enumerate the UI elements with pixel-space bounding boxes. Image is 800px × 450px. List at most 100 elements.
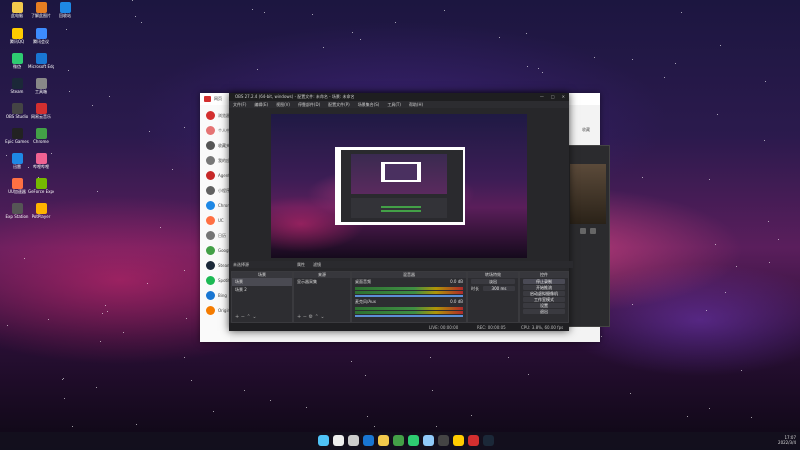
duration-input[interactable]: 300 ms [483, 286, 515, 291]
settings-button[interactable]: 设置 [523, 303, 565, 308]
app-icon [11, 203, 23, 214]
star [508, 356, 510, 358]
desktop-icon-label: GeForce Experience [28, 189, 54, 194]
sidebar-app-icon[interactable] [206, 126, 215, 135]
desktop-icon[interactable]: OBS Studio [4, 103, 30, 119]
desktop-icon[interactable]: 腾讯会议 [28, 28, 54, 44]
menu-item[interactable]: 文件(F) [233, 102, 246, 108]
virtual-camera-button[interactable]: 启动虚拟摄像机 [523, 291, 565, 296]
sidebar-app-icon[interactable] [206, 291, 215, 300]
desktop-icon[interactable]: 哔哩哔哩 [28, 153, 54, 169]
volume-meter [355, 287, 463, 290]
star [708, 178, 710, 180]
app-icon [11, 78, 23, 89]
close-icon[interactable]: ✕ [562, 94, 565, 99]
scene-item[interactable]: 场景 [232, 278, 292, 286]
desktop-icon[interactable]: Chrome [28, 128, 54, 144]
desktop-icon[interactable]: Exp Station [4, 203, 30, 219]
play-icon[interactable] [590, 228, 596, 234]
app-icon [11, 128, 23, 139]
app-icon [35, 53, 47, 64]
desktop-icon[interactable]: 了解此图片 [28, 2, 54, 18]
sidebar-app-icon[interactable] [206, 201, 215, 210]
steam-icon[interactable] [483, 435, 494, 446]
desktop-icon[interactable]: 网易云音乐 [28, 103, 54, 119]
sidebar-app-icon[interactable] [206, 186, 215, 195]
sidebar-app-icon[interactable] [206, 111, 215, 120]
menu-item[interactable]: 视图(V) [276, 102, 290, 108]
obs-window[interactable]: OBS 27.2.4 (64-bit, windows) - 配置文件: 未命名… [229, 93, 573, 331]
controls-dock: 控件 停止录制 开始推流 启动虚拟摄像机 工作室模式 设置 退出 [519, 271, 569, 323]
sidebar-app-icon[interactable] [206, 231, 215, 240]
menu-item[interactable]: 工具(T) [387, 102, 401, 108]
desktop-icon[interactable]: 腾讯QQ [4, 28, 30, 44]
menu-item[interactable]: 场景集合(S) [358, 102, 380, 108]
star [322, 46, 324, 48]
app-icon [11, 2, 23, 13]
store-icon[interactable] [423, 435, 434, 446]
transition-select[interactable]: 淡出 [471, 279, 515, 284]
sidebar-app-icon[interactable] [206, 246, 215, 255]
source-add-icon[interactable]: + − ⚙ ⌃ ⌄ [297, 314, 325, 320]
taskview-icon[interactable] [348, 435, 359, 446]
star [764, 139, 766, 141]
desktop-icon[interactable]: Epic Games [4, 128, 30, 144]
rec-status: REC: 00:00:05 [477, 325, 506, 330]
menu-item[interactable]: 帮助(H) [409, 102, 423, 108]
wechat-icon[interactable] [408, 435, 419, 446]
volume-slider[interactable] [355, 295, 463, 297]
windows-icon[interactable] [318, 435, 329, 446]
filters-button[interactable]: 滤镜 [313, 262, 321, 268]
desktop-icon[interactable]: Microsoft Edge [28, 53, 54, 69]
scene-add-icon[interactable]: + − ⌃ ⌄ [235, 314, 257, 320]
maximize-icon[interactable]: □ [551, 94, 555, 99]
prev-icon[interactable] [580, 228, 586, 234]
sidebar-app-icon[interactable] [206, 216, 215, 225]
menu-item[interactable]: 停靠部件(D) [298, 102, 320, 108]
system-clock[interactable]: 17:07 2022/3/4 [778, 435, 796, 445]
obs-preview[interactable] [271, 114, 527, 258]
sidebar-app-icon[interactable] [206, 306, 215, 315]
desktop-icon[interactable]: PotPlayer [28, 203, 54, 219]
desktop-icon[interactable]: 此电脑 [4, 2, 30, 18]
sidebar-app-icon[interactable] [206, 171, 215, 180]
desktop-icon[interactable]: Steam [4, 78, 30, 94]
star [312, 13, 314, 15]
explorer-icon[interactable] [378, 435, 389, 446]
browser-right-link[interactable]: 收藏 [582, 127, 590, 133]
obs-icon[interactable] [438, 435, 449, 446]
desktop-icon-label: 腾讯QQ [9, 39, 25, 44]
desktop-icon[interactable]: 工具箱 [28, 78, 54, 94]
sidebar-app-icon[interactable] [206, 276, 215, 285]
start-streaming-button[interactable]: 开始推流 [523, 285, 565, 290]
sidebar-app-icon[interactable] [206, 261, 215, 270]
app-icon [11, 178, 23, 189]
no-source-label: 未选择源 [233, 261, 249, 267]
transitions-title: 转场特效 [468, 272, 518, 278]
chrome-icon[interactable] [393, 435, 404, 446]
edge-icon[interactable] [363, 435, 374, 446]
stop-recording-button[interactable]: 停止录制 [523, 279, 565, 284]
qq-icon[interactable] [453, 435, 464, 446]
desktop-icon[interactable]: GeForce Experience [28, 178, 54, 194]
sidebar-app-icon[interactable] [206, 156, 215, 165]
music-icon[interactable] [468, 435, 479, 446]
desktop-icon-label: OBS Studio [5, 114, 29, 119]
sources-dock: 来源 显示器采集 + − ⚙ ⌃ ⌄ [293, 271, 351, 323]
star [147, 282, 149, 284]
search-icon[interactable] [333, 435, 344, 446]
desktop-icon[interactable]: UU加速器 [4, 178, 30, 194]
menu-item[interactable]: 配置文件(P) [328, 102, 350, 108]
scene-item[interactable]: 场景 2 [232, 286, 292, 294]
desktop-icon[interactable]: 回收站 [52, 2, 78, 18]
studio-mode-button[interactable]: 工作室模式 [523, 297, 565, 302]
minimize-icon[interactable]: — [540, 94, 544, 99]
properties-button[interactable]: 属性 [297, 262, 305, 268]
exit-button[interactable]: 退出 [523, 309, 565, 314]
sidebar-app-icon[interactable] [206, 141, 215, 150]
menu-item[interactable]: 编辑(E) [254, 102, 268, 108]
volume-slider[interactable] [355, 315, 463, 317]
desktop-icon[interactable]: 迅雷 [4, 153, 30, 169]
desktop-icon[interactable]: 微信 [4, 53, 30, 69]
source-item[interactable]: 显示器采集 [294, 278, 350, 286]
